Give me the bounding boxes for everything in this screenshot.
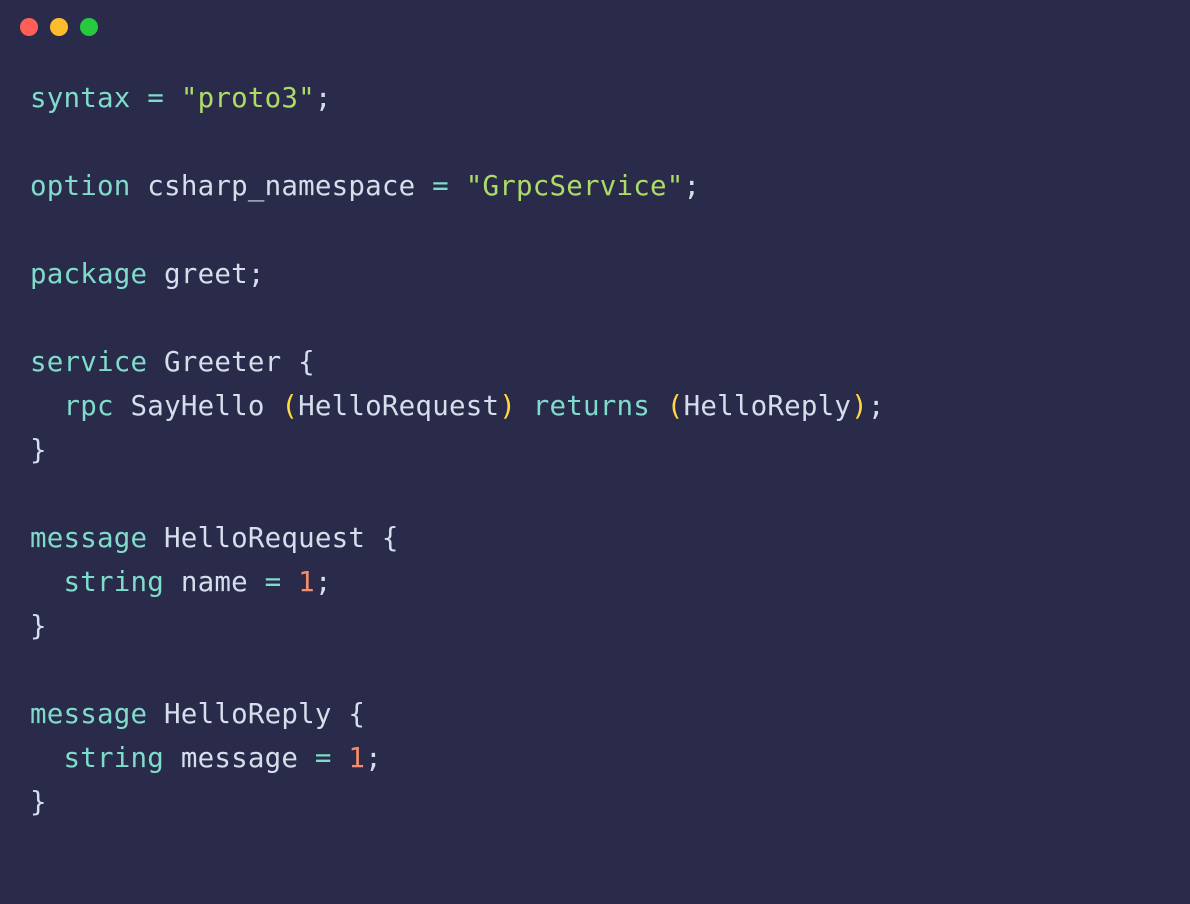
identifier: HelloReply bbox=[147, 698, 348, 730]
type-name: HelloRequest bbox=[298, 390, 499, 422]
identifier: SayHello bbox=[114, 390, 282, 422]
maximize-icon[interactable] bbox=[80, 18, 98, 36]
semicolon: ; bbox=[248, 258, 265, 290]
semicolon: ; bbox=[365, 742, 382, 774]
identifier: name bbox=[164, 566, 265, 598]
keyword-string: string bbox=[64, 742, 165, 774]
indent bbox=[30, 390, 64, 422]
keyword-service: service bbox=[30, 346, 147, 378]
minimize-icon[interactable] bbox=[50, 18, 68, 36]
semicolon: ; bbox=[315, 566, 332, 598]
operator: = bbox=[265, 566, 299, 598]
identifier: greet bbox=[147, 258, 248, 290]
code-window: syntax = "proto3"; option csharp_namespa… bbox=[0, 0, 1190, 904]
semicolon: ; bbox=[868, 390, 885, 422]
paren-close: ) bbox=[851, 390, 868, 422]
code-content: syntax = "proto3"; option csharp_namespa… bbox=[0, 46, 1190, 854]
semicolon: ; bbox=[684, 170, 701, 202]
indent bbox=[30, 742, 64, 774]
string-literal: "GrpcService" bbox=[466, 170, 684, 202]
brace-close: } bbox=[30, 434, 47, 466]
keyword-option: option bbox=[30, 170, 131, 202]
semicolon: ; bbox=[315, 82, 332, 114]
keyword-package: package bbox=[30, 258, 147, 290]
identifier: csharp_namespace bbox=[131, 170, 433, 202]
operator: = bbox=[315, 742, 349, 774]
brace-close: } bbox=[30, 786, 47, 818]
keyword-string: string bbox=[64, 566, 165, 598]
keyword-message: message bbox=[30, 522, 147, 554]
identifier: Greeter bbox=[147, 346, 298, 378]
brace-close: } bbox=[30, 610, 47, 642]
number-literal: 1 bbox=[298, 566, 315, 598]
paren-close: ) bbox=[499, 390, 516, 422]
keyword-syntax: syntax bbox=[30, 82, 131, 114]
number-literal: 1 bbox=[348, 742, 365, 774]
keyword-message: message bbox=[30, 698, 147, 730]
operator: = bbox=[131, 82, 181, 114]
window-titlebar bbox=[0, 0, 1190, 46]
keyword-rpc: rpc bbox=[64, 390, 114, 422]
brace-open: { bbox=[382, 522, 399, 554]
type-name: HelloReply bbox=[684, 390, 852, 422]
close-icon[interactable] bbox=[20, 18, 38, 36]
operator: = bbox=[432, 170, 466, 202]
brace-open: { bbox=[298, 346, 315, 378]
string-literal: "proto3" bbox=[181, 82, 315, 114]
brace-open: { bbox=[348, 698, 365, 730]
paren-open: ( bbox=[281, 390, 298, 422]
keyword-returns: returns bbox=[516, 390, 667, 422]
indent bbox=[30, 566, 64, 598]
paren-open: ( bbox=[667, 390, 684, 422]
identifier: message bbox=[164, 742, 315, 774]
identifier: HelloRequest bbox=[147, 522, 382, 554]
